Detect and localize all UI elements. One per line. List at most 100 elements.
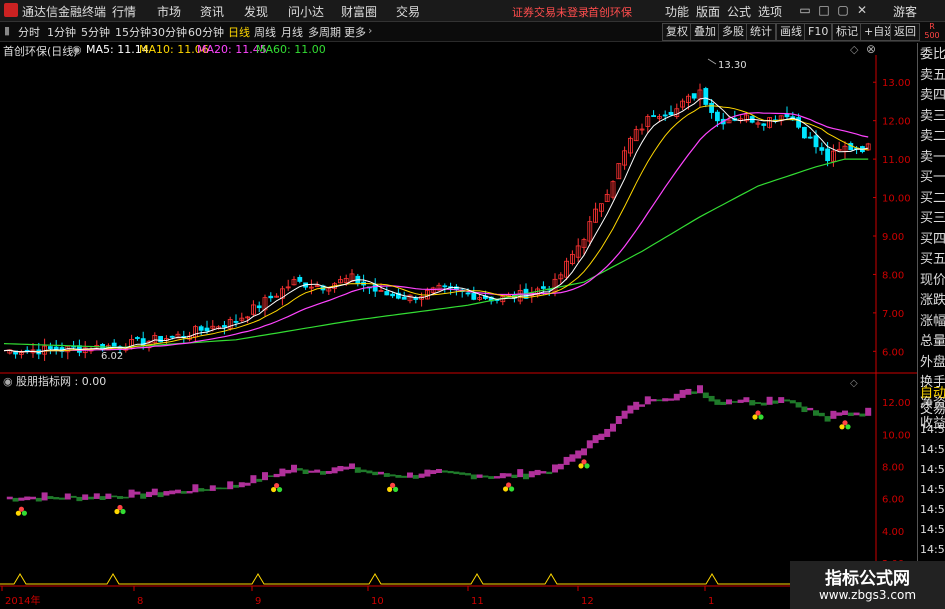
candle-body: [442, 285, 448, 288]
tick-time-0: 14:56: [920, 423, 945, 436]
band-segment: [552, 464, 558, 473]
period-monthly[interactable]: 月线: [281, 24, 303, 40]
app-logo-icon: [4, 3, 18, 17]
signal-dot: [120, 508, 126, 515]
menu-discover[interactable]: 发现: [244, 3, 268, 20]
sub-tick: 10.00: [882, 430, 911, 441]
band-segment: [111, 495, 118, 498]
menu-function[interactable]: 功能: [665, 3, 689, 20]
signal-dot: [839, 424, 845, 430]
period-60min[interactable]: 60分钟: [188, 24, 224, 40]
btn-overlay[interactable]: 叠加: [690, 23, 720, 41]
band-segment: [818, 412, 825, 417]
panel-tab-1[interactable]: 交易: [920, 402, 945, 417]
quote-field-14: 总量: [920, 334, 945, 349]
period-more[interactable]: 更多: [344, 24, 366, 40]
candle-body: [807, 136, 813, 139]
sub-toggle-icon[interactable]: ◉: [3, 375, 13, 388]
candle-body: [221, 325, 227, 328]
menu-layout[interactable]: 版面: [696, 3, 720, 20]
signal-dot: [578, 463, 584, 469]
high-pointer: [707, 58, 717, 65]
quote-field-6: 买一: [920, 170, 945, 185]
kline-chart[interactable]: 13.30 6.02 13.00 12.00 11.00 10.00 9.00 8.00 7…: [0, 41, 917, 609]
site-watermark: 指标公式网 www.zbgs3.com: [790, 561, 945, 609]
band-segment: [349, 463, 355, 469]
period-intraday[interactable]: 分时: [18, 24, 40, 40]
menu-quotes[interactable]: 行情: [112, 3, 136, 20]
menu-trade[interactable]: 交易: [396, 3, 420, 20]
sub-diamond-icon[interactable]: ◇: [850, 378, 858, 389]
period-15min[interactable]: 15分钟: [115, 24, 151, 40]
level2-badge[interactable]: R 500: [920, 22, 944, 40]
date-tick: 2014年: [5, 594, 40, 607]
band-segment: [865, 407, 872, 416]
menu-news[interactable]: 资讯: [200, 3, 224, 20]
period-multi[interactable]: 多周期: [308, 24, 341, 40]
band-segment: [836, 412, 843, 416]
tick-time-3: 14:56: [920, 483, 945, 496]
period-1min[interactable]: 1分钟: [47, 24, 76, 40]
maximize-icon[interactable]: ▢: [835, 3, 851, 17]
toolbar-arrow-icon[interactable]: ▮: [4, 24, 10, 37]
band-segment: [523, 473, 529, 480]
tick-time-5: 14:56: [920, 523, 945, 536]
quote-field-2: 卖四: [920, 88, 945, 103]
band-segment: [6, 496, 13, 500]
band-segment: [528, 471, 535, 478]
band-segment: [105, 493, 112, 499]
menu-options[interactable]: 选项: [758, 3, 782, 20]
band-segment: [325, 470, 332, 474]
band-segment: [505, 473, 512, 477]
tick-time-4: 14:56: [920, 503, 945, 516]
band-segment: [372, 471, 379, 476]
band-segment: [308, 470, 315, 473]
btn-draw[interactable]: 画线: [776, 23, 806, 41]
minimize-icon[interactable]: ▭: [797, 3, 813, 17]
candlestick-series: [7, 83, 871, 361]
menu-formula[interactable]: 公式: [727, 3, 751, 20]
menu-xiaoda[interactable]: 问小达: [288, 3, 324, 20]
guest-label[interactable]: 游客: [893, 3, 917, 20]
date-tick: 9: [255, 596, 261, 607]
restore-icon[interactable]: □: [816, 3, 832, 17]
band-segment: [383, 473, 390, 477]
band-segment: [697, 385, 703, 394]
period-daily[interactable]: 日线: [228, 24, 250, 40]
btn-back[interactable]: 返回: [890, 23, 920, 41]
btn-mark[interactable]: 标记: [832, 23, 862, 41]
chevron-right-icon[interactable]: ›: [368, 24, 372, 37]
btn-stats[interactable]: 统计: [746, 23, 776, 41]
candle-body: [668, 111, 674, 116]
period-30min[interactable]: 30分钟: [151, 24, 187, 40]
candle-body: [691, 93, 697, 99]
band-segment: [267, 475, 274, 477]
band-segment: [853, 412, 860, 416]
watermark-title: 指标公式网: [825, 569, 910, 589]
login-alert[interactable]: 证券交易未登录: [512, 4, 589, 20]
price-axis: 13.00 12.00 11.00 10.00 9.00 8.00 7.00 6.00: [873, 78, 911, 358]
panel-tab-0[interactable]: 自动: [920, 386, 945, 401]
candle-body: [48, 346, 53, 350]
band-segment: [615, 416, 622, 425]
btn-adjust[interactable]: 复权: [662, 23, 692, 41]
menu-market[interactable]: 市场: [157, 3, 181, 20]
band-segment: [360, 469, 367, 473]
date-tick: 12: [581, 596, 594, 607]
band-segment: [685, 388, 692, 395]
band-segment: [314, 469, 321, 473]
btn-multistock[interactable]: 多股: [718, 23, 748, 41]
menu-fortune[interactable]: 财富圈: [341, 3, 377, 20]
signal-dot: [21, 510, 27, 516]
band-segment: [291, 464, 297, 473]
period-weekly[interactable]: 周线: [254, 24, 276, 40]
band-segment: [389, 474, 396, 477]
btn-f10[interactable]: F10: [804, 23, 833, 41]
band-segment: [702, 392, 709, 399]
band-segment: [610, 423, 616, 432]
close-icon[interactable]: ✕: [854, 3, 870, 17]
candle-body: [819, 147, 825, 151]
band-segment: [296, 468, 303, 471]
period-5min[interactable]: 5分钟: [81, 24, 110, 40]
quote-field-4: 卖二: [920, 129, 945, 144]
